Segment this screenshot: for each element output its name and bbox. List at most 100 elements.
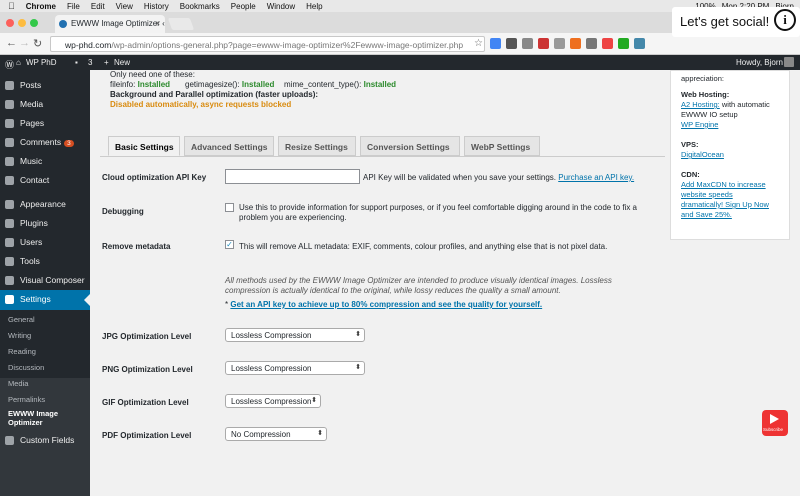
getimagesize-value: Installed [241, 80, 275, 89]
need-one-text: Only need one of these: [110, 70, 195, 79]
extension-icon[interactable] [570, 38, 581, 49]
subscribe-button[interactable]: Subscribe [762, 410, 788, 436]
sidebar-item-media[interactable]: Media [0, 95, 90, 113]
close-tab-icon[interactable]: × [155, 19, 160, 28]
web-hosting-heading: Web Hosting: [681, 90, 730, 99]
new-content-link[interactable]: New [114, 58, 130, 67]
sidebar-item-music[interactable]: Music [0, 152, 90, 170]
sidebar-item-visual-composer[interactable]: Visual Composer [0, 271, 90, 289]
sidebar-item-contact[interactable]: Contact [0, 171, 90, 189]
api-key-input[interactable] [225, 169, 360, 184]
close-window-icon[interactable] [6, 19, 14, 27]
maxcdn-link-2[interactable]: website speeds [681, 190, 733, 199]
pdf-level-select[interactable]: No Compression ⬍ [225, 427, 327, 441]
digitalocean-link[interactable]: DigitalOcean [681, 150, 724, 159]
sidebar-item-appearance[interactable]: Appearance [0, 195, 90, 213]
sidebar-item-label: Users [20, 237, 43, 247]
debugging-label: Debugging [102, 207, 144, 216]
tab-webp-settings[interactable]: WebP Settings [464, 136, 540, 156]
reload-icon[interactable]: ↻ [33, 37, 42, 50]
api-key-note: API Key will be validated when you save … [363, 173, 634, 182]
menu-view[interactable]: View [116, 2, 133, 11]
submenu-permalinks[interactable]: Permalinks [0, 395, 90, 404]
purchase-api-key-link[interactable]: Purchase an API key. [558, 173, 634, 182]
extension-icon[interactable] [522, 38, 533, 49]
jpg-level-select[interactable]: Lossless Compression ⬍ [225, 328, 365, 342]
extension-icon[interactable] [506, 38, 517, 49]
comments-bubble-icon[interactable]: ▪ [75, 58, 78, 67]
url-host: wp-phd.com [65, 40, 112, 50]
menu-people[interactable]: People [231, 2, 256, 11]
menu-file[interactable]: File [67, 2, 80, 11]
get-api-key-link[interactable]: Get an API key to achieve up to 80% comp… [230, 300, 542, 309]
sidebar-item-settings[interactable]: Settings [0, 290, 90, 310]
extension-icon[interactable] [538, 38, 549, 49]
tab-advanced-settings[interactable]: Advanced Settings [184, 136, 274, 156]
info-icon[interactable]: i [774, 9, 796, 31]
submenu-discussion[interactable]: Discussion [0, 363, 90, 372]
menu-bookmarks[interactable]: Bookmarks [180, 2, 220, 11]
remove-metadata-text: This will remove ALL metadata: EXIF, com… [239, 242, 608, 251]
submenu-reading[interactable]: Reading [0, 347, 90, 356]
apple-icon[interactable]:  [8, 1, 15, 11]
sidebar-item-comments[interactable]: Comments 3 [0, 133, 90, 151]
sidebar-item-label: Posts [20, 80, 42, 90]
sidebar-item-pages[interactable]: Pages [0, 114, 90, 132]
submenu-media[interactable]: Media [0, 379, 90, 388]
api-key-label: Cloud optimization API Key [102, 173, 207, 182]
png-level-select[interactable]: Lossless Compression ⬍ [225, 361, 365, 375]
music-icon [5, 157, 14, 166]
extension-icon[interactable] [490, 38, 501, 49]
extension-icons [490, 38, 645, 49]
bookmark-star-icon[interactable]: ☆ [474, 38, 483, 49]
site-name-link[interactable]: WP PhD [26, 58, 57, 67]
debugging-checkbox[interactable] [225, 203, 234, 212]
sidebar-item-users[interactable]: Users [0, 233, 90, 251]
menu-help[interactable]: Help [306, 2, 322, 11]
submenu-ewww-image-optimizer[interactable]: EWWW Image Optimizer [0, 409, 60, 427]
avatar[interactable] [784, 57, 794, 67]
tab-conversion-settings[interactable]: Conversion Settings [360, 136, 460, 156]
submenu-writing[interactable]: Writing [0, 331, 90, 340]
forward-arrow-icon[interactable]: → [19, 37, 30, 49]
extension-icon[interactable] [602, 38, 613, 49]
menu-history[interactable]: History [144, 2, 169, 11]
extension-icon[interactable] [554, 38, 565, 49]
sidebar-item-plugins[interactable]: Plugins [0, 214, 90, 232]
menu-edit[interactable]: Edit [91, 2, 105, 11]
maxcdn-link-4[interactable]: and Save 25%. [681, 210, 732, 219]
custom-fields-icon [5, 436, 14, 445]
extension-icon[interactable] [634, 38, 645, 49]
comments-count[interactable]: 3 [88, 58, 92, 67]
menu-chrome[interactable]: Chrome [26, 2, 56, 11]
sidebar-item-tools[interactable]: Tools [0, 252, 90, 270]
maxcdn-link-1[interactable]: Add MaxCDN to increase [681, 180, 766, 189]
browser-tab[interactable]: EWWW Image Optimizer ‹ WP × [55, 15, 165, 33]
main-content: Only need one of these: fileinfo: Instal… [90, 70, 800, 450]
maxcdn-link-3[interactable]: dramatically! Sign Up Now [681, 200, 769, 209]
back-arrow-icon[interactable]: ← [6, 37, 17, 49]
pin-icon [5, 81, 14, 90]
new-tab-button[interactable] [167, 18, 195, 30]
media-icon [5, 100, 14, 109]
gif-level-label: GIF Optimization Level [102, 398, 189, 407]
howdy-link[interactable]: Howdy, Bjorn [736, 58, 783, 67]
sidebar-item-label: Pages [20, 118, 45, 128]
menu-window[interactable]: Window [267, 2, 295, 11]
sidebar-item-label: Custom Fields [20, 435, 75, 445]
sidebar-item-custom-fields[interactable]: Custom Fields [0, 431, 90, 449]
tab-resize-settings[interactable]: Resize Settings [278, 136, 356, 156]
extension-icon[interactable] [586, 38, 597, 49]
gif-level-select[interactable]: Lossless Compression ⬍ [225, 394, 321, 408]
wp-engine-link[interactable]: WP Engine [681, 120, 718, 129]
minimize-window-icon[interactable] [18, 19, 26, 27]
extension-icon[interactable] [618, 38, 629, 49]
sidebar-item-posts[interactable]: Posts [0, 76, 90, 94]
remove-metadata-checkbox[interactable]: ✓ [225, 240, 234, 249]
submenu-general[interactable]: General [0, 315, 90, 324]
tab-basic-settings[interactable]: Basic Settings [108, 136, 180, 156]
wp-admin-bar: Ⓦ ⌂ WP PhD ▪ 3 + New Howdy, Bjorn [0, 55, 800, 70]
a2-hosting-link[interactable]: A2 Hosting: [681, 100, 720, 109]
zoom-window-icon[interactable] [30, 19, 38, 27]
address-bar[interactable]: wp-phd.com/wp-admin/options-general.php?… [50, 36, 485, 52]
